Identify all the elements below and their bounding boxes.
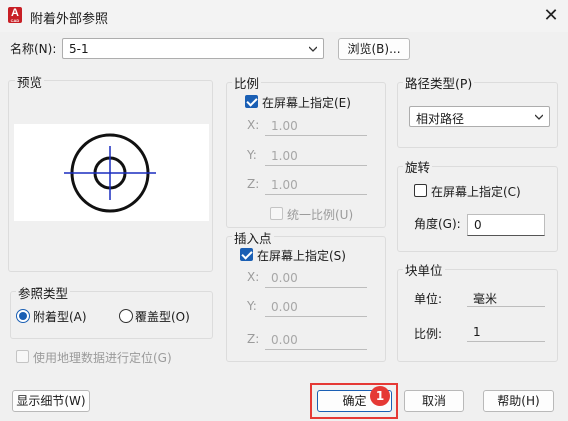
app-icon-sub: CAD [10,18,20,23]
unit-field: 毫米 [467,287,545,307]
attach-radio[interactable] [16,309,30,323]
block-unit-title: 块单位 [403,260,445,279]
chevron-down-icon [535,114,543,120]
path-type-dropdown[interactable]: 相对路径 [409,106,550,127]
insert-y-input[interactable]: 0.00 [265,297,367,317]
insert-x-label: X: [247,270,260,284]
overlay-radio[interactable] [119,309,133,323]
block-unit-group [397,269,558,362]
preview-drawing [64,133,156,213]
name-label: 名称(N): [10,42,57,56]
step-badge: 1 [370,386,390,406]
scale-specify-checkbox[interactable] [245,95,258,108]
help-button[interactable]: 帮助(H) [483,390,554,412]
scale-x-input[interactable]: 1.00 [265,116,367,136]
scale-y-value: 1.00 [271,149,298,163]
attach-label[interactable]: 附着型(A) [33,308,87,325]
angle-input[interactable]: 0 [467,214,545,236]
ratio-value: 1 [473,325,481,339]
preview-title: 预览 [15,72,45,91]
angle-label: 角度(G): [414,217,461,231]
chevron-down-icon [309,46,317,52]
overlay-label[interactable]: 覆盖型(O) [135,308,190,325]
rotation-title: 旋转 [403,157,433,176]
rotation-specify-checkbox[interactable] [414,184,427,197]
path-type-value: 相对路径 [416,112,465,126]
insert-specify-checkbox[interactable] [240,248,253,261]
window-title: 附着外部参照 [30,12,109,27]
preview-canvas [14,124,209,221]
scale-z-value: 1.00 [271,178,298,192]
scale-z-label: Z: [247,177,260,191]
ratio-label: 比例: [414,327,443,341]
app-icon: A CAD [8,7,22,23]
scale-z-input[interactable]: 1.00 [265,175,367,195]
insert-z-label: Z: [247,332,260,346]
insert-x-value: 0.00 [271,271,298,285]
show-details-button[interactable]: 显示细节(W) [12,390,90,412]
scale-x-value: 1.00 [271,119,298,133]
scale-title: 比例 [232,73,262,92]
cancel-button[interactable]: 取消 [404,390,464,412]
insert-x-input[interactable]: 0.00 [265,268,367,288]
geo-checkbox[interactable] [16,350,29,363]
unit-value: 毫米 [473,292,498,306]
rotation-specify-label[interactable]: 在屏幕上指定(C) [431,183,521,200]
scale-x-label: X: [247,118,260,132]
insert-specify-label[interactable]: 在屏幕上指定(S) [257,247,346,264]
geo-label: 使用地理数据进行定位(G) [33,351,172,365]
uniform-scale-label: 统一比例(U) [287,208,354,222]
close-icon[interactable]: ✕ [540,5,562,27]
insert-y-label: Y: [247,299,257,313]
scale-y-input[interactable]: 1.00 [265,146,367,166]
ratio-field: 1 [467,322,545,342]
angle-value: 0 [474,218,482,232]
path-type-title: 路径类型(P) [403,73,475,92]
scale-y-label: Y: [247,148,257,162]
uniform-scale-checkbox[interactable] [270,207,283,220]
reference-type-title: 参照类型 [16,283,71,302]
insert-z-value: 0.00 [271,333,298,347]
insert-point-title: 插入点 [232,228,274,247]
scale-specify-label[interactable]: 在屏幕上指定(E) [262,94,351,111]
rotation-group [397,166,558,252]
insert-z-input[interactable]: 0.00 [265,330,367,350]
name-value: 5-1 [69,42,89,56]
insert-y-value: 0.00 [271,300,298,314]
unit-label: 单位: [414,292,443,306]
browse-button[interactable]: 浏览(B)... [338,38,410,60]
name-dropdown[interactable]: 5-1 [62,38,324,59]
